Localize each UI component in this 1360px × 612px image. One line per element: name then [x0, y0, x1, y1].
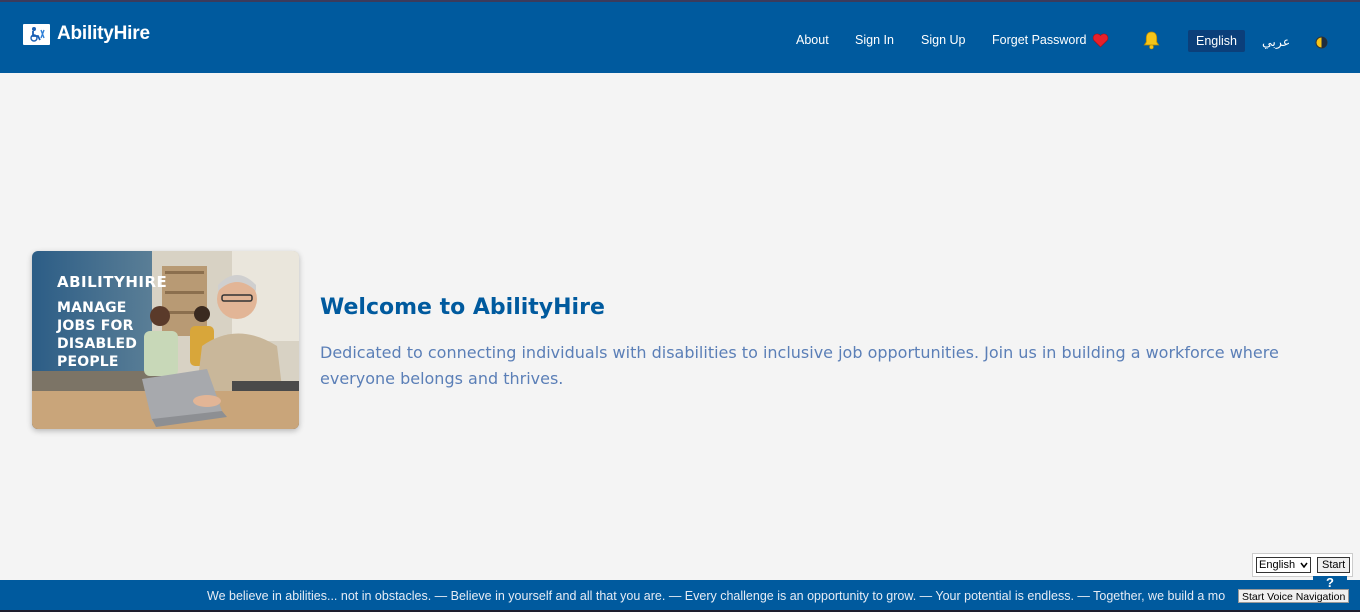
voice-language-select[interactable]: English — [1256, 557, 1311, 573]
top-navbar: AbilityHire About Sign In Sign Up Forget… — [0, 2, 1360, 73]
voice-language-value: English — [1259, 559, 1296, 571]
voice-start-button[interactable]: Start — [1317, 557, 1351, 573]
hero-image-caption: ABILITYHIRE MANAGE JOBS FOR DISABLED PEO… — [57, 273, 167, 371]
voice-control-panel: English Start — [1252, 553, 1353, 577]
hero-image-tagline-line: MANAGE — [57, 300, 127, 316]
hero-image-brand-text: ABILITYHIRE — [57, 273, 168, 291]
hero-image-tagline-line: JOBS FOR — [57, 318, 134, 334]
chevron-down-icon — [1300, 559, 1308, 571]
hero-image: ABILITYHIRE MANAGE JOBS FOR DISABLED PEO… — [32, 251, 299, 429]
theme-toggle-icon[interactable] — [1315, 36, 1328, 54]
nav-sign-up-link[interactable]: Sign Up — [921, 33, 965, 47]
start-voice-navigation-button[interactable]: Start Voice Navigation — [1238, 589, 1350, 603]
nav-forget-password-link[interactable]: Forget Password — [992, 33, 1086, 47]
language-english-button[interactable]: English — [1188, 30, 1245, 52]
heart-icon[interactable] — [1092, 33, 1109, 53]
nav-sign-in-link[interactable]: Sign In — [855, 33, 894, 47]
nav-about-link[interactable]: About — [796, 33, 829, 47]
quote-footer: We believe in abilities... not in obstac… — [0, 580, 1360, 612]
main-nav: About Sign In Sign Up Forget Password En… — [0, 2, 1360, 73]
help-button[interactable]: ? — [1313, 576, 1347, 590]
quote-marquee: We believe in abilities... not in obstac… — [207, 589, 1226, 603]
language-arabic-button[interactable]: عربي — [1262, 34, 1290, 49]
page-title: Welcome to AbilityHire — [320, 295, 605, 320]
bell-icon[interactable] — [1142, 30, 1161, 55]
hero-image-tagline-line: DISABLED — [57, 336, 138, 352]
hero-description: Dedicated to connecting individuals with… — [320, 343, 1279, 388]
hero-image-tagline-line: PEOPLE — [57, 354, 119, 370]
